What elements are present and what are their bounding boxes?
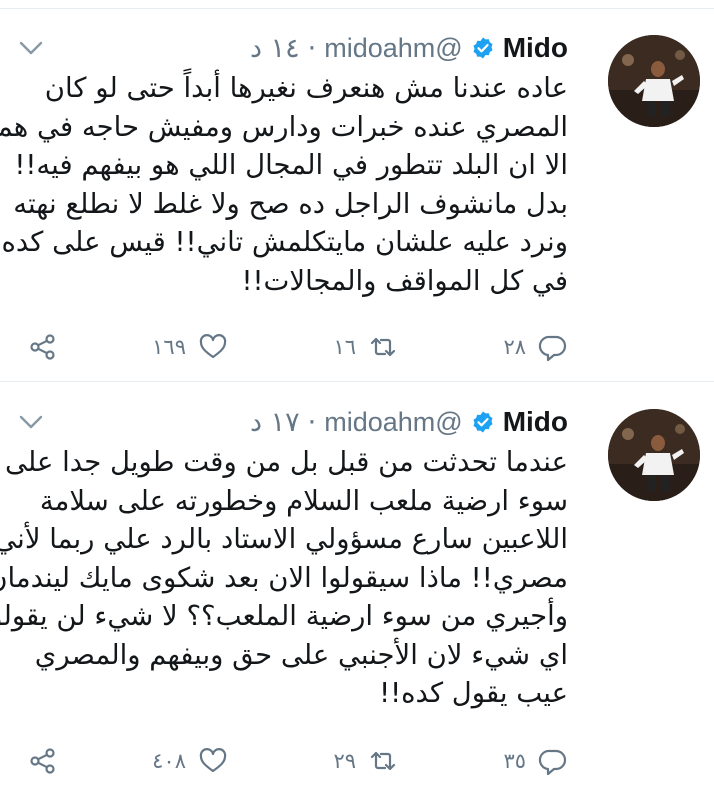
top-divider bbox=[0, 0, 714, 9]
user-handle[interactable]: @midoahm bbox=[324, 33, 462, 64]
share-button[interactable] bbox=[28, 332, 58, 362]
tweet-line: الا ان البلد تتطور في المجال اللي هو بيف… bbox=[14, 149, 568, 181]
avatar[interactable] bbox=[608, 409, 700, 501]
tweet-card[interactable]: Mido @midoahm · ١٧ د عندما تحدثت من قبل … bbox=[0, 383, 714, 800]
tweet-line: سوء ارضية ملعب السلام وخطورته على سلامة bbox=[39, 484, 568, 517]
like-button[interactable]: ١٦٩ bbox=[118, 332, 228, 362]
tweet-line: وأجيري من سوء ارضية الملعب؟؟ لا شيء لن ي… bbox=[0, 600, 568, 632]
tweet-text: عندما تحدثت من قبل بل من وقت طويل جدا عل… bbox=[0, 443, 568, 713]
reply-button[interactable]: ٣٥ bbox=[458, 746, 568, 776]
display-name[interactable]: Mido bbox=[503, 406, 568, 438]
heart-icon bbox=[199, 334, 227, 359]
separator-dot: · bbox=[307, 406, 317, 438]
retweet-button[interactable]: ١٦ bbox=[288, 332, 398, 362]
tweet-header: Mido @midoahm · ١٧ د bbox=[250, 403, 568, 441]
tweet-line: في كل المواقف والمجالات!! bbox=[241, 264, 568, 297]
verified-badge-icon bbox=[473, 411, 493, 433]
reply-icon bbox=[538, 749, 567, 776]
tweet-line: عندما تحدثت من قبل بل من وقت طويل جدا عل… bbox=[4, 446, 568, 478]
tweet-text: عاده عندنا مش هنعرف نغيرها أبداً حتى لو … bbox=[0, 69, 568, 300]
heart-icon bbox=[199, 748, 227, 773]
like-button[interactable]: ٤٠٨ bbox=[118, 746, 228, 776]
tweet-line: مصري!! ماذا سيقولوا الان بعد شكوى مايك ل… bbox=[0, 561, 568, 594]
tweet-line: عيب يقول كده!! bbox=[379, 677, 568, 709]
tweet-header: Mido @midoahm · ١٤ د bbox=[250, 29, 568, 67]
reply-button[interactable]: ٢٨ bbox=[458, 332, 568, 362]
avatar-image bbox=[608, 409, 700, 501]
share-icon bbox=[30, 748, 55, 774]
chevron-down-icon[interactable] bbox=[18, 413, 44, 431]
share-button[interactable] bbox=[28, 746, 58, 776]
tweet-line: اي شيء لان الأجنبي على حق وبيفهم والمصري bbox=[34, 638, 568, 671]
like-count: ٤٠٨ bbox=[152, 749, 186, 773]
retweet-button[interactable]: ٢٩ bbox=[288, 746, 398, 776]
timestamp[interactable]: ١٤ د bbox=[250, 33, 300, 64]
reply-count: ٣٥ bbox=[503, 749, 526, 773]
user-handle[interactable]: @midoahm bbox=[324, 407, 462, 438]
retweet-icon bbox=[370, 337, 396, 357]
like-count: ١٦٩ bbox=[152, 335, 186, 359]
retweet-icon bbox=[370, 751, 396, 771]
retweet-count: ١٦ bbox=[333, 335, 356, 359]
avatar[interactable] bbox=[608, 35, 700, 127]
tweet-actions: ٣٥ ٢٩ ٤٠٨ bbox=[28, 741, 568, 781]
reply-count: ٢٨ bbox=[503, 335, 526, 359]
display-name[interactable]: Mido bbox=[503, 32, 568, 64]
chevron-down-icon[interactable] bbox=[18, 39, 44, 57]
avatar-image bbox=[608, 35, 700, 127]
separator-dot: · bbox=[307, 32, 317, 64]
reply-icon bbox=[538, 335, 567, 362]
retweet-count: ٢٩ bbox=[333, 749, 356, 773]
tweet-line: بدل مانشوف الراجل ده صح ولا غلط لا نطلع … bbox=[13, 187, 568, 220]
tweet-line: ونرد عليه علشان مايتكلمش تاني!! قيس على … bbox=[1, 226, 568, 258]
tweet-actions: ٢٨ ١٦ ١٦٩ bbox=[28, 327, 568, 367]
tweet-line: المصري عنده خبرات ودارس ومفيش حاجه في هم… bbox=[0, 110, 568, 143]
verified-badge-icon bbox=[473, 37, 493, 59]
tweet-card[interactable]: Mido @midoahm · ١٤ د عاده عندنا مش هنعرف… bbox=[0, 9, 714, 382]
timeline: Mido @midoahm · ١٤ د عاده عندنا مش هنعرف… bbox=[0, 0, 714, 800]
timestamp[interactable]: ١٧ د bbox=[250, 407, 300, 438]
tweet-line: عاده عندنا مش هنعرف نغيرها أبداً حتى لو … bbox=[44, 72, 568, 104]
share-icon bbox=[30, 334, 55, 360]
tweet-line: اللاعبين سارع مسؤولي الاستاد بالرد علي ر… bbox=[0, 523, 568, 555]
